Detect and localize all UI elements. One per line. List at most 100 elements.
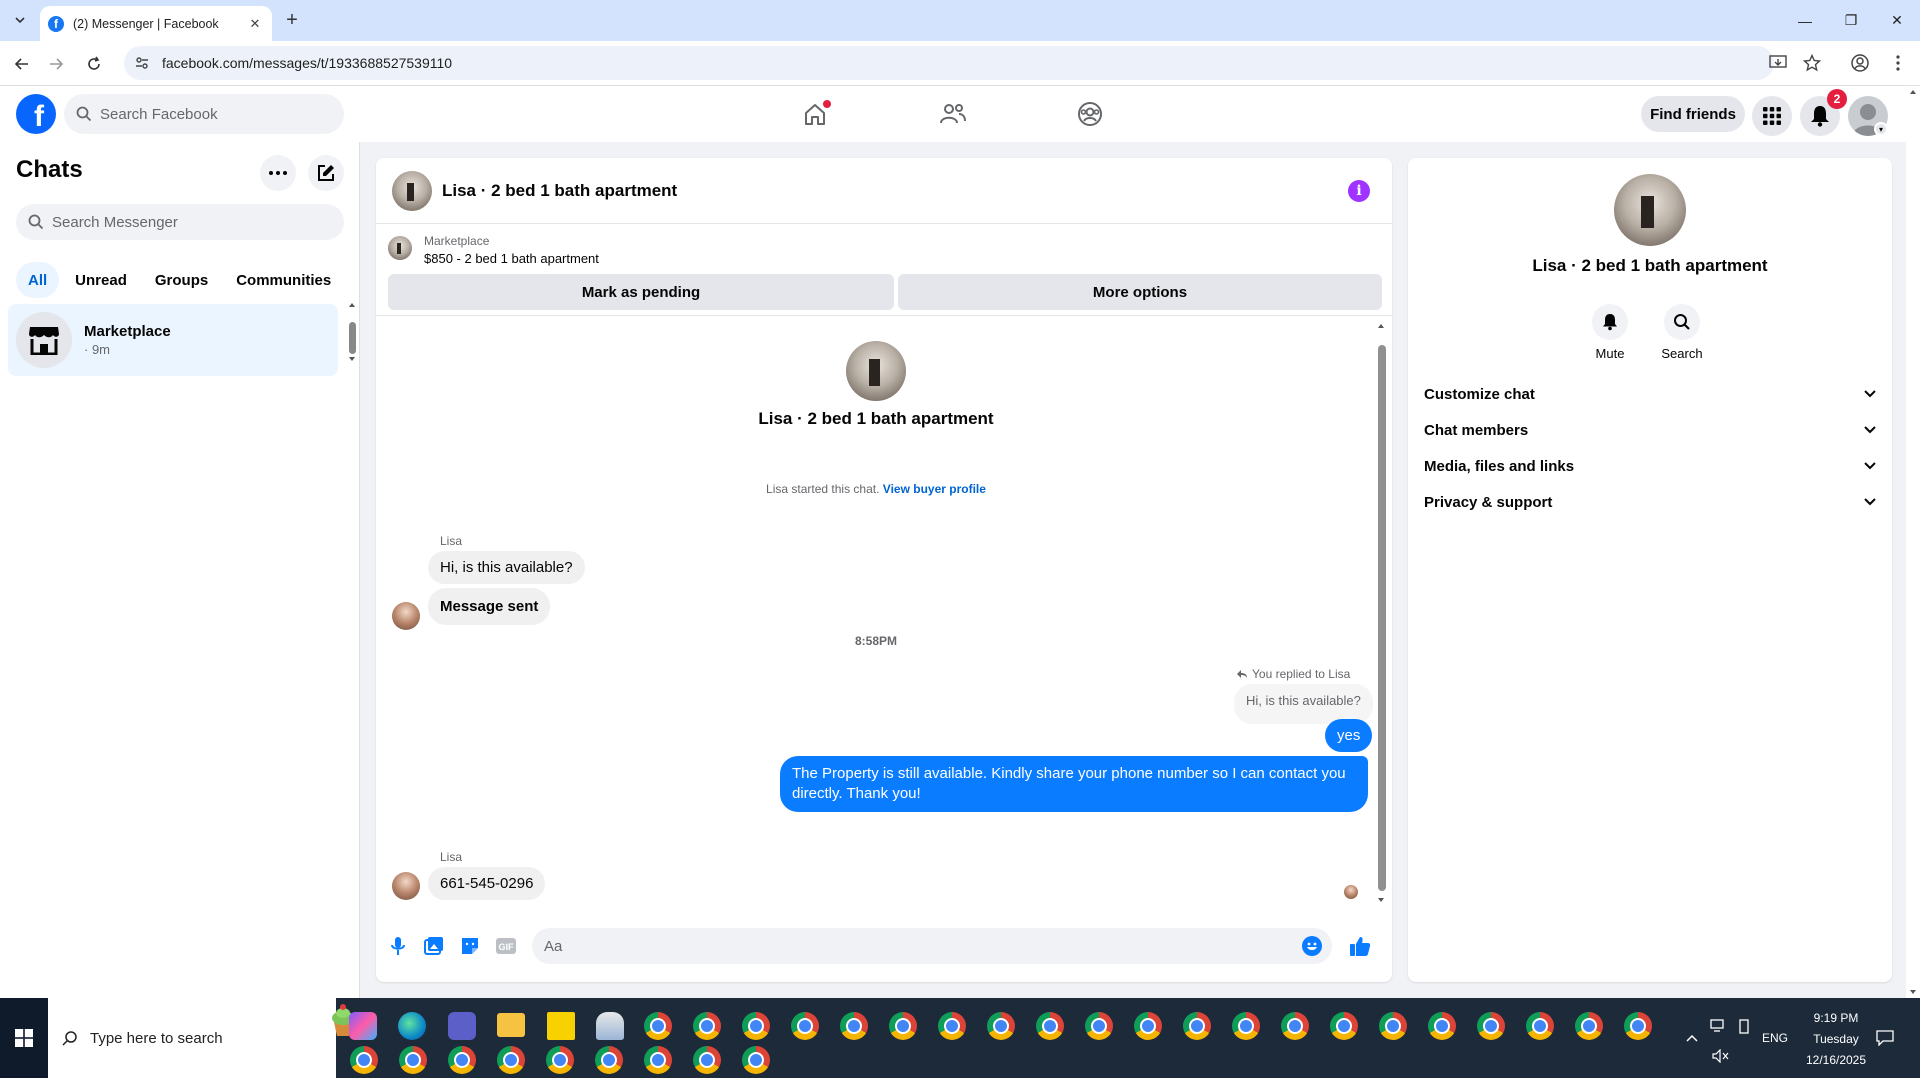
chrome-app-icon[interactable] xyxy=(1281,1012,1309,1040)
chrome-app-icon[interactable] xyxy=(644,1046,672,1074)
chrome-app-icon[interactable] xyxy=(1526,1012,1554,1040)
message-bubble[interactable]: 661-545-0296 xyxy=(428,867,546,900)
microphone-icon[interactable] xyxy=(386,934,410,958)
my-message-bubble[interactable]: The Property is still available. Kindly … xyxy=(780,756,1368,812)
conversation-avatar[interactable] xyxy=(392,170,432,211)
listing-title[interactable]: $850 - 2 bed 1 bath apartment xyxy=(424,251,599,266)
reload-button[interactable] xyxy=(82,52,106,76)
conversation-title[interactable]: Lisa · 2 bed 1 bath apartment xyxy=(442,181,677,201)
notification-center-button[interactable] xyxy=(1876,998,1894,1078)
filter-all[interactable]: All xyxy=(16,262,60,298)
edge-app-icon[interactable] xyxy=(398,1012,426,1040)
chat-members-section[interactable]: Chat members xyxy=(1424,412,1876,448)
chrome-app-icon[interactable] xyxy=(644,1012,672,1040)
browser-tab[interactable]: f (2) Messenger | Facebook ✕ xyxy=(40,6,272,41)
language-indicator[interactable]: ENG xyxy=(1762,998,1788,1078)
window-close-button[interactable]: ✕ xyxy=(1874,0,1920,41)
copilot-app-icon[interactable] xyxy=(349,1012,377,1040)
gif-icon[interactable]: GIF xyxy=(494,934,518,958)
chrome-app-icon[interactable] xyxy=(1183,1012,1211,1040)
chrome-app-icon[interactable] xyxy=(987,1012,1015,1040)
filter-unread[interactable]: Unread xyxy=(63,262,139,298)
sticker-icon[interactable] xyxy=(458,934,482,958)
chrome-app-icon[interactable] xyxy=(595,1046,623,1074)
chrome-app-icon[interactable] xyxy=(497,1046,525,1074)
find-friends-button[interactable]: Find friends xyxy=(1641,96,1745,132)
account-chevron-icon[interactable]: ▾ xyxy=(1874,122,1888,136)
chrome-app-icon[interactable] xyxy=(350,1046,378,1074)
privacy-support-section[interactable]: Privacy & support xyxy=(1424,484,1876,520)
facebook-logo[interactable]: f xyxy=(16,94,56,134)
app-icon[interactable] xyxy=(596,1012,624,1040)
omnibox[interactable]: facebook.com/messages/t/1933688527539110 xyxy=(124,46,1774,80)
chrome-app-icon[interactable] xyxy=(742,1012,770,1040)
minimize-button[interactable]: — xyxy=(1782,0,1828,41)
view-buyer-profile-link[interactable]: View buyer profile xyxy=(883,482,986,496)
quoted-message[interactable]: Hi, is this available? xyxy=(1234,684,1373,724)
mute-button[interactable]: Mute xyxy=(1580,304,1640,361)
page-scrollbar[interactable] xyxy=(1906,86,1920,998)
volume-muted-icon[interactable] xyxy=(1712,1016,1730,1078)
taskbar-search[interactable]: Type here to search xyxy=(48,998,354,1078)
file-explorer-icon[interactable] xyxy=(497,1013,525,1037)
menu-grid-button[interactable] xyxy=(1752,96,1792,136)
sidebar-scroll-thumb[interactable] xyxy=(349,322,356,354)
chrome-app-icon[interactable] xyxy=(742,1046,770,1074)
chrome-app-icon[interactable] xyxy=(840,1012,868,1040)
battery-icon[interactable] xyxy=(1738,986,1750,1066)
customize-chat-section[interactable]: Customize chat xyxy=(1424,376,1876,412)
mark-as-pending-button[interactable]: Mark as pending xyxy=(388,274,894,310)
photo-icon[interactable] xyxy=(422,934,446,958)
chrome-app-icon[interactable] xyxy=(693,1046,721,1074)
groups-nav-button[interactable] xyxy=(1070,94,1110,134)
tab-list-button[interactable] xyxy=(8,8,32,32)
show-hidden-icons-button[interactable] xyxy=(1686,998,1698,1078)
chrome-app-icon[interactable] xyxy=(1330,1012,1358,1040)
forward-button[interactable] xyxy=(44,52,68,76)
thumbs-up-icon[interactable] xyxy=(1348,934,1372,958)
message-input[interactable]: Aa xyxy=(532,928,1332,964)
my-message-bubble[interactable]: yes xyxy=(1325,719,1373,752)
tab-close-icon[interactable]: ✕ xyxy=(246,15,264,33)
chrome-app-icon[interactable] xyxy=(889,1012,917,1040)
profile-icon[interactable] xyxy=(1844,47,1876,79)
search-in-conversation-button[interactable]: Search xyxy=(1652,304,1712,361)
restore-button[interactable]: ❐ xyxy=(1828,0,1874,41)
chrome-app-icon[interactable] xyxy=(1575,1012,1603,1040)
new-tab-button[interactable]: + xyxy=(280,8,304,32)
chrome-app-icon[interactable] xyxy=(1477,1012,1505,1040)
chrome-app-icon[interactable] xyxy=(399,1046,427,1074)
messenger-search[interactable]: Search Messenger xyxy=(16,204,344,240)
emoji-icon[interactable] xyxy=(1302,936,1322,956)
chat-list-item-marketplace[interactable]: Marketplace · 9m xyxy=(8,304,338,376)
more-options-button[interactable]: More options xyxy=(898,274,1382,310)
new-message-button[interactable] xyxy=(308,155,344,191)
chrome-app-icon[interactable] xyxy=(1232,1012,1260,1040)
back-button[interactable] xyxy=(10,52,34,76)
info-icon[interactable]: i xyxy=(1348,180,1370,202)
chat-options-button[interactable] xyxy=(260,155,296,191)
chrome-app-icon[interactable] xyxy=(1085,1012,1113,1040)
message-bubble[interactable]: Message sent xyxy=(428,588,551,625)
chrome-app-icon[interactable] xyxy=(1134,1012,1162,1040)
chrome-app-icon[interactable] xyxy=(1428,1012,1456,1040)
chrome-app-icon[interactable] xyxy=(1379,1012,1407,1040)
start-button[interactable] xyxy=(0,998,48,1078)
install-app-icon[interactable] xyxy=(1762,47,1794,79)
filter-communities[interactable]: Communities xyxy=(224,262,343,298)
filter-groups[interactable]: Groups xyxy=(143,262,220,298)
chrome-app-icon[interactable] xyxy=(1624,1012,1652,1040)
conversation-scroll-thumb[interactable] xyxy=(1378,345,1386,891)
chrome-app-icon[interactable] xyxy=(1036,1012,1064,1040)
chrome-app-icon[interactable] xyxy=(938,1012,966,1040)
message-bubble[interactable]: Hi, is this available? xyxy=(428,551,585,584)
browser-menu-icon[interactable] xyxy=(1882,47,1914,79)
friends-nav-button[interactable] xyxy=(933,94,973,134)
chrome-app-icon[interactable] xyxy=(791,1012,819,1040)
media-files-links-section[interactable]: Media, files and links xyxy=(1424,448,1876,484)
chrome-app-icon[interactable] xyxy=(546,1046,574,1074)
facebook-search[interactable]: Search Facebook xyxy=(64,94,344,134)
chrome-app-icon[interactable] xyxy=(693,1012,721,1040)
taskbar-clock[interactable]: 9:19 PM Tuesday 12/16/2025 xyxy=(1796,1008,1876,1071)
teams-app-icon[interactable] xyxy=(448,1012,476,1040)
